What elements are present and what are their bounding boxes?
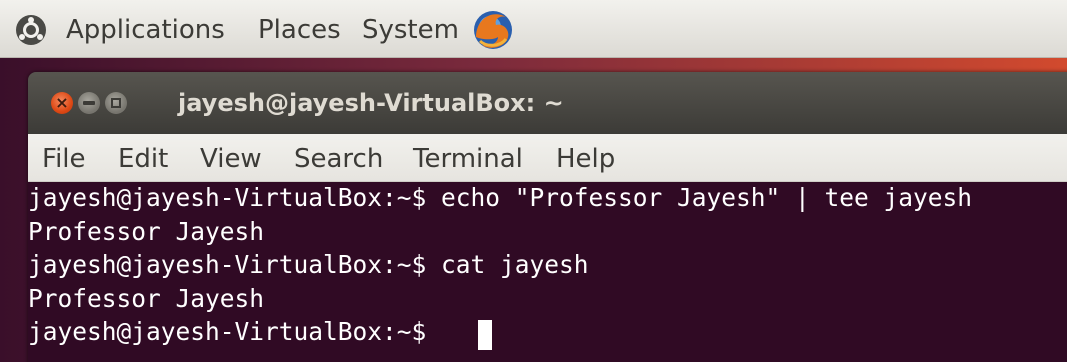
panel-menu-system[interactable]: System [362,13,459,47]
window-titlebar[interactable]: × jayesh@jayesh-VirtualBox: ~ [28,72,1067,134]
top-panel: Applications Places System [0,0,1067,58]
menu-terminal[interactable]: Terminal [413,142,523,176]
menu-search[interactable]: Search [294,142,383,176]
terminal-output[interactable]: jayesh@jayesh-VirtualBox:~$ echo "Profes… [28,182,1067,362]
menu-edit[interactable]: Edit [118,142,168,176]
panel-menu-places[interactable]: Places [258,13,341,47]
menu-file[interactable]: File [42,142,86,176]
panel-menu-applications[interactable]: Applications [66,13,225,47]
terminal-line: jayesh@jayesh-VirtualBox:~$ echo "Profes… [28,183,973,212]
terminal-line: Professor Jayesh [28,284,265,313]
menu-view[interactable]: View [200,142,262,176]
terminal-menubar: File Edit View Search Terminal Help [28,134,1067,182]
close-icon: × [55,93,69,112]
minimize-icon [83,101,95,105]
terminal-line: jayesh@jayesh-VirtualBox:~$ cat jayesh [28,250,589,279]
terminal-cursor [478,320,492,350]
ubuntu-logo-icon[interactable] [16,15,46,45]
close-button[interactable]: × [51,92,73,114]
maximize-button[interactable] [105,92,127,114]
terminal-line: Professor Jayesh [28,217,265,246]
firefox-icon[interactable] [470,7,516,53]
maximize-icon [111,98,121,108]
window-title: jayesh@jayesh-VirtualBox: ~ [178,89,564,117]
terminal-prompt-line: jayesh@jayesh-VirtualBox:~$ [28,317,442,346]
minimize-button[interactable] [78,92,100,114]
menu-help[interactable]: Help [556,142,615,176]
terminal-window: × jayesh@jayesh-VirtualBox: ~ File Edit … [28,72,1067,362]
